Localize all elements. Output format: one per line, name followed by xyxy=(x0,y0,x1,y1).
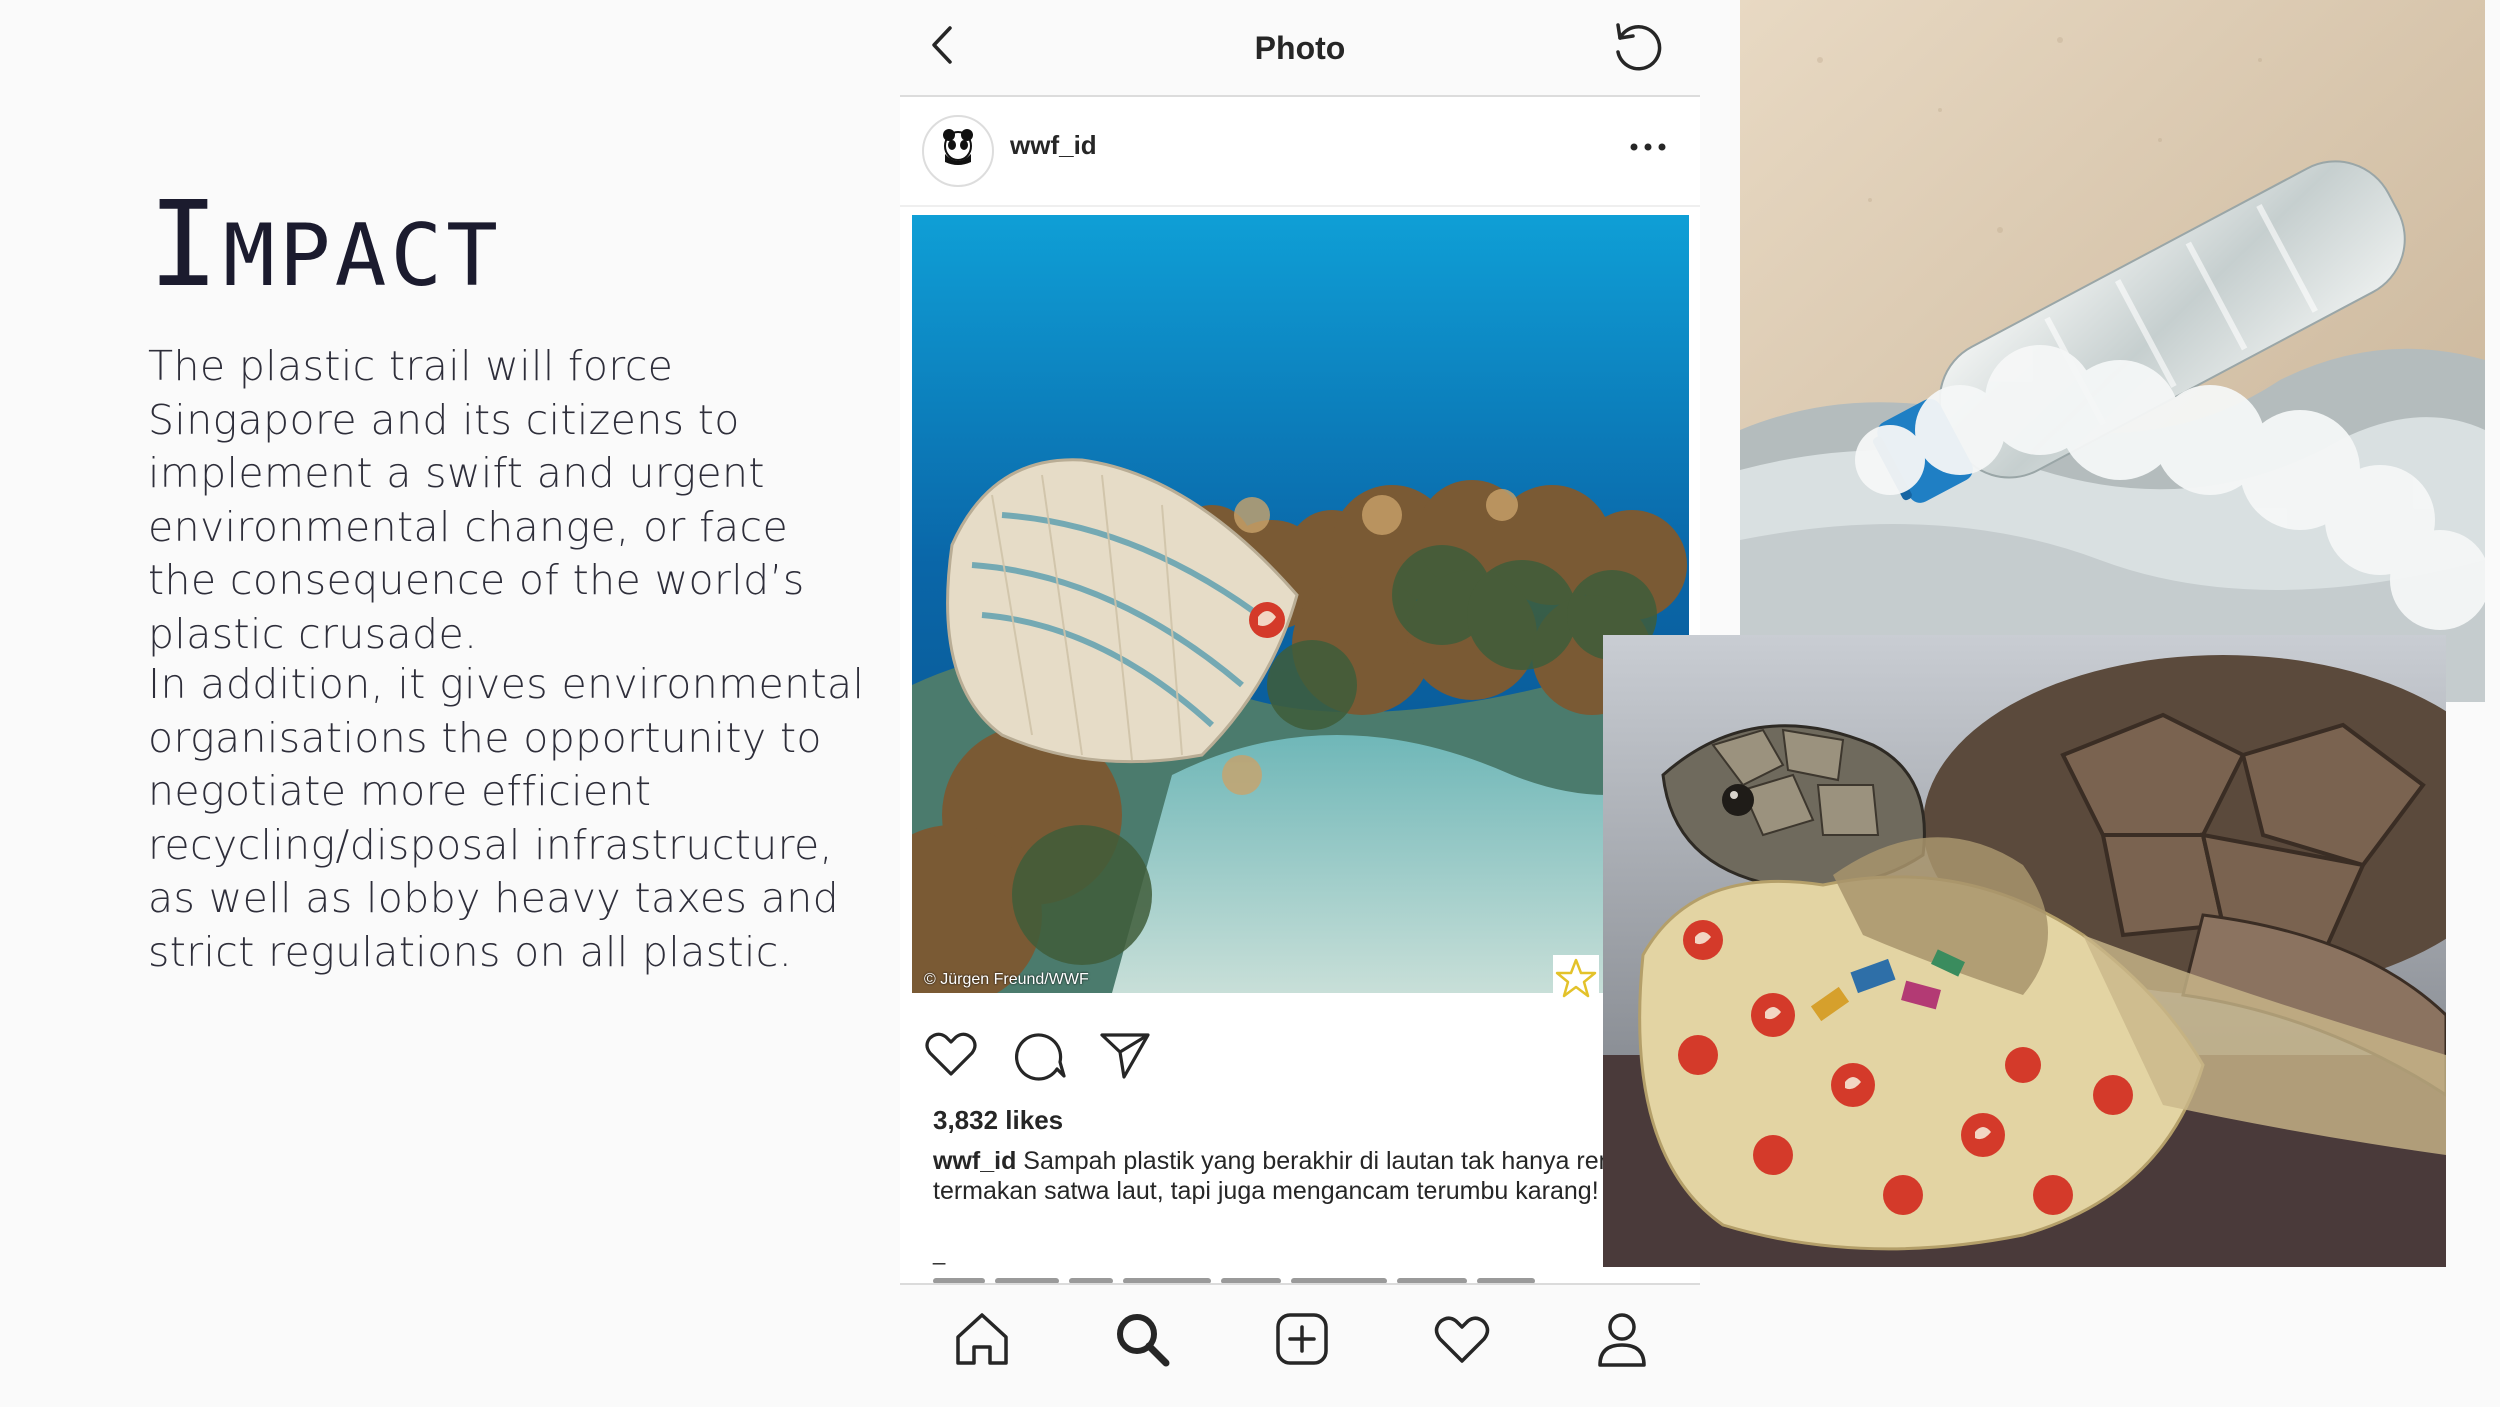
instagram-post-screenshot: Photo wwf_id © Jürgen Freund/WWF 3,832 l… xyxy=(900,0,1700,1407)
slide-title-rest: MPACT xyxy=(223,206,502,306)
add-post-icon[interactable] xyxy=(1270,1307,1334,1371)
slide-title: IMPACT xyxy=(148,185,502,303)
post-actions xyxy=(922,1025,1222,1085)
avatar[interactable] xyxy=(922,115,994,187)
caption-separator: _ xyxy=(933,1240,946,1265)
app-header: Photo xyxy=(900,0,1700,97)
post-photo-underwater[interactable]: © Jürgen Freund/WWF xyxy=(912,215,1689,993)
star-icon xyxy=(1553,955,1599,1001)
profile-icon[interactable] xyxy=(1590,1307,1654,1371)
turtle-with-plastic-image xyxy=(1603,635,2446,1267)
send-icon[interactable] xyxy=(1096,1025,1154,1083)
underwater-plastic-bag-image xyxy=(912,215,1689,993)
post-caption: wwf_id Sampah plastik yang berakhir di l… xyxy=(933,1146,1673,1206)
heart-icon[interactable] xyxy=(922,1025,980,1083)
header-title: Photo xyxy=(1254,30,1346,66)
caption-text: Sampah plastik yang berakhir di lautan t… xyxy=(933,1147,1648,1205)
sea-turtle-plastic-photo xyxy=(1603,635,2446,1267)
post-username[interactable]: wwf_id xyxy=(1010,130,1097,161)
plastic-bottle-beach-photo xyxy=(1740,0,2485,702)
caption-username[interactable]: wwf_id xyxy=(933,1147,1016,1175)
impact-paragraph-1: The plastic trail will force Singapore a… xyxy=(148,342,805,658)
bottom-tab-bar xyxy=(900,1283,1700,1407)
search-icon[interactable] xyxy=(1110,1307,1174,1371)
impact-paragraph-2: In addition, it gives environmental orga… xyxy=(148,660,865,976)
plastic-bottle-image xyxy=(1740,0,2485,702)
slide-title-initial: I xyxy=(148,175,224,313)
post-author-row: wwf_id xyxy=(900,97,1700,207)
photo-credit: © Jürgen Freund/WWF xyxy=(924,971,1089,988)
refresh-icon[interactable] xyxy=(1608,18,1666,76)
more-options-icon[interactable] xyxy=(1626,135,1670,159)
comment-icon[interactable] xyxy=(1010,1025,1068,1083)
likes-count[interactable]: 3,832 likes xyxy=(933,1105,1063,1136)
wwf-panda-logo-icon xyxy=(943,129,973,165)
home-icon[interactable] xyxy=(950,1307,1014,1371)
activity-heart-icon[interactable] xyxy=(1430,1307,1494,1371)
